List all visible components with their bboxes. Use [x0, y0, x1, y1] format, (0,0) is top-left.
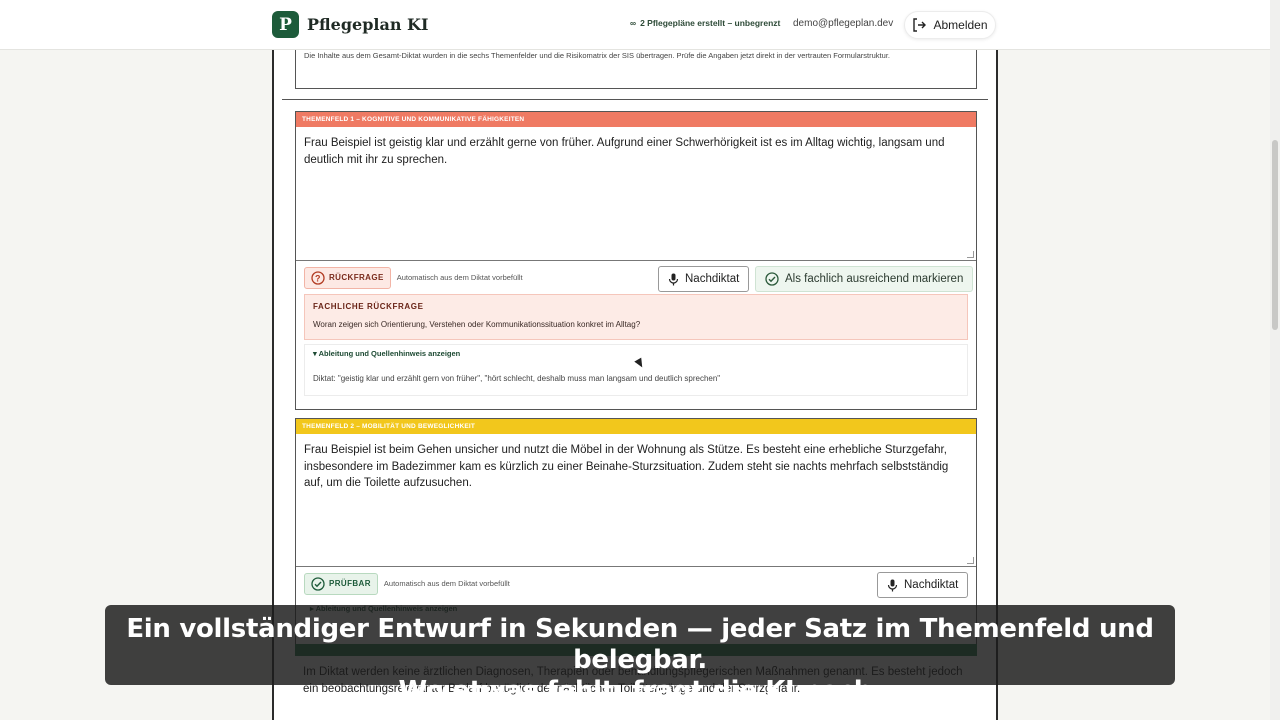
- mark-sufficient-label: Als fachlich ausreichend markieren: [785, 273, 964, 285]
- intro-notice: Die Inhalte aus dem Gesamt-Diktat wurden…: [295, 50, 977, 89]
- status-label: RÜCKFRAGE: [329, 273, 384, 282]
- video-caption: Ein vollständiger Entwurf in Sekunden — …: [105, 605, 1175, 706]
- logout-button[interactable]: Abmelden: [904, 11, 996, 39]
- brand-name: Pflegeplan KI: [307, 15, 429, 34]
- user-email: demo@pflegeplan.dev: [793, 18, 894, 29]
- question-text: Woran zeigen sich Orientierung, Verstehe…: [313, 320, 641, 329]
- themenfeld-2-text: Frau Beispiel ist beim Gehen unsicher un…: [304, 444, 949, 489]
- nachdiktat-button[interactable]: Nachdiktat: [658, 266, 750, 292]
- mark-sufficient-button[interactable]: Als fachlich ausreichend markieren: [755, 266, 974, 292]
- fachliche-rueckfrage: FACHLICHE RÜCKFRAGE Woran zeigen sich Or…: [304, 294, 968, 340]
- usage-text: 2 Pflegepläne erstellt – unbegrenzt: [640, 18, 781, 28]
- check-circle-icon: [311, 576, 325, 591]
- divider: [282, 99, 988, 100]
- question-icon: ?: [311, 270, 325, 285]
- question-title: FACHLICHE RÜCKFRAGE: [313, 302, 424, 311]
- svg-text:?: ?: [315, 273, 321, 283]
- themenfeld-2-textarea[interactable]: Frau Beispiel ist beim Gehen unsicher un…: [296, 434, 976, 567]
- status-badge-pruefbar: PRÜFBAR: [304, 572, 378, 595]
- caption-line-1: Ein vollständiger Entwurf in Sekunden — …: [126, 614, 1154, 675]
- themenfeld-1-text: Frau Beispiel ist geistig klar und erzäh…: [304, 137, 945, 166]
- page-scrollbar[interactable]: [1270, 0, 1280, 720]
- scrollbar-thumb[interactable]: [1272, 140, 1278, 330]
- status-badge-rueckfrage: ? RÜCKFRAGE: [304, 266, 391, 289]
- app-header: P Pflegeplan KI ∞ 2 Pflegepläne erstellt…: [0, 0, 1270, 50]
- caption-line-2: Wo etwas fehlt, fragt die KI nach.: [398, 676, 882, 706]
- resize-handle[interactable]: [967, 251, 974, 258]
- themenfeld-1-textarea[interactable]: Frau Beispiel ist geistig klar und erzäh…: [296, 127, 976, 261]
- brand-logo: P: [272, 11, 299, 38]
- themenfeld-1-header: Themenfeld 1 – Kognitive und kommunikati…: [296, 112, 976, 127]
- nachdiktat-label: Nachdiktat: [685, 273, 740, 285]
- microphone-icon: [887, 579, 898, 591]
- derivation-panel: ▾ Ableitung und Quellenhinweis anzeigen …: [304, 344, 968, 396]
- resize-handle[interactable]: [967, 557, 974, 564]
- check-circle-icon: [765, 272, 779, 286]
- themenfeld-2-header: Themenfeld 2 – Mobilität und Beweglichke…: [296, 419, 976, 434]
- infinity-icon: ∞: [630, 18, 637, 28]
- microphone-icon: [668, 273, 679, 285]
- usage-indicator: ∞ 2 Pflegepläne erstellt – unbegrenzt: [630, 18, 780, 28]
- status-label: PRÜFBAR: [329, 579, 371, 588]
- auto-note: Automatisch aus dem Diktat vorbefüllt: [383, 579, 510, 588]
- nachdiktat-button[interactable]: Nachdiktat: [877, 572, 969, 598]
- logout-icon: [913, 18, 927, 32]
- brand[interactable]: P Pflegeplan KI: [272, 11, 428, 38]
- themenfeld-2-actions: PRÜFBAR Automatisch aus dem Diktat vorbe…: [296, 567, 976, 600]
- auto-note: Automatisch aus dem Diktat vorbefüllt: [396, 273, 523, 282]
- themenfeld-1-actions: ? RÜCKFRAGE Automatisch aus dem Diktat v…: [296, 261, 976, 294]
- nachdiktat-label: Nachdiktat: [904, 579, 959, 591]
- logout-label: Abmelden: [933, 18, 988, 32]
